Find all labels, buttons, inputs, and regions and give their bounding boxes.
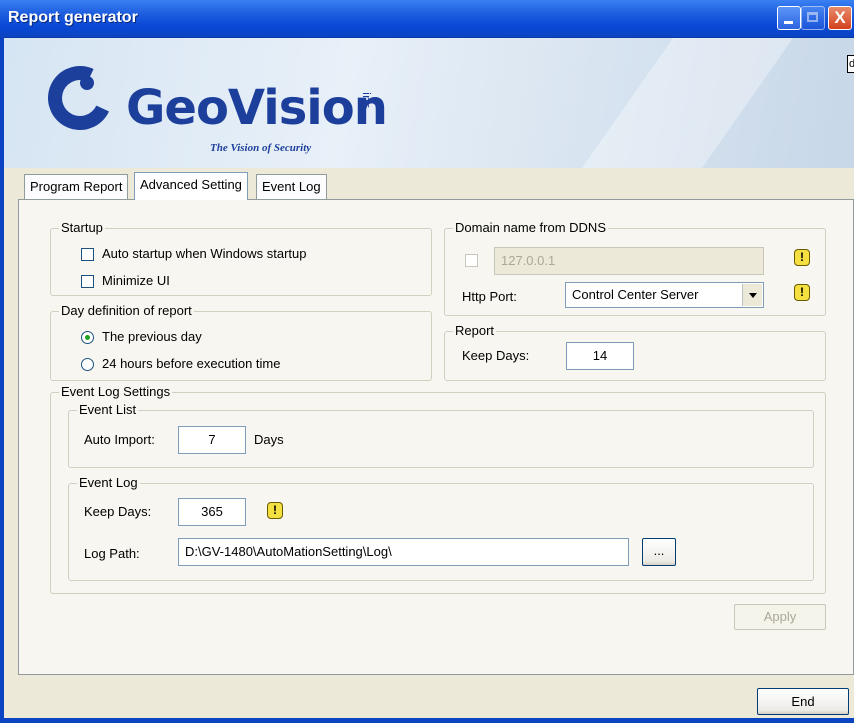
warning-icon: ! (267, 502, 283, 519)
browse-log-path-button[interactable]: ... (642, 538, 676, 566)
event-log-title: Event Log (77, 475, 140, 491)
corner-box[interactable]: d (847, 55, 854, 73)
event-log-keep-days-field[interactable]: 365 (178, 498, 246, 526)
geovision-logo-icon (38, 56, 122, 140)
close-button[interactable]: X (828, 6, 852, 30)
title-bar[interactable]: Report generator X (0, 0, 854, 38)
maximize-button[interactable] (801, 6, 825, 30)
log-path-field[interactable]: D:\GV-1480\AutoMationSetting\Log\ (178, 538, 629, 566)
brand-name: GeoVision (126, 80, 388, 136)
tab-program-report[interactable]: Program Report (24, 174, 129, 200)
tab-event-log[interactable]: Event Log (256, 174, 327, 200)
tab-advanced-setting[interactable]: Advanced Setting (134, 172, 248, 200)
http-port-select[interactable]: Control Center Server (565, 282, 764, 308)
report-generator-window: Report generator X GeoVision inc The Vis… (0, 0, 854, 723)
24-hours-label: 24 hours before execution time (102, 356, 281, 371)
previous-day-label: The previous day (102, 329, 202, 344)
ddns-enable-checkbox[interactable] (465, 254, 478, 267)
startup-group-title: Startup (59, 220, 105, 236)
day-definition-group-title: Day definition of report (59, 303, 194, 319)
report-keep-days-label: Keep Days: (462, 348, 530, 363)
ddns-address-field[interactable]: 127.0.0.1 (494, 247, 764, 275)
http-port-label: Http Port: (462, 289, 517, 304)
log-path-label: Log Path: (84, 546, 140, 561)
warning-icon: ! (794, 249, 810, 266)
previous-day-radio[interactable] (81, 331, 94, 344)
report-group-title: Report (453, 323, 497, 339)
window-title: Report generator (8, 9, 138, 26)
auto-startup-label: Auto startup when Windows startup (102, 246, 307, 261)
auto-import-label: Auto Import: (84, 432, 155, 447)
event-log-keep-days-label: Keep Days: (84, 504, 152, 519)
chevron-down-icon[interactable] (742, 284, 762, 306)
geovision-logo-dot (80, 76, 94, 90)
close-icon: X (834, 8, 846, 27)
http-port-selected-value: Control Center Server (572, 287, 699, 302)
auto-import-unit: Days (254, 432, 284, 447)
auto-import-field[interactable]: 7 (178, 426, 246, 454)
apply-button[interactable]: Apply (734, 604, 826, 630)
event-log-settings-title: Event Log Settings (59, 384, 173, 400)
end-button[interactable]: End (757, 688, 849, 715)
24-hours-radio[interactable] (81, 358, 94, 371)
window-border-bottom (0, 718, 854, 723)
report-keep-days-field[interactable]: 14 (566, 342, 634, 370)
minimize-ui-label: Minimize UI (102, 273, 170, 288)
brand-inc: inc (360, 92, 373, 109)
auto-startup-checkbox[interactable] (81, 248, 94, 261)
minimize-button[interactable] (777, 6, 801, 30)
event-list-title: Event List (77, 402, 139, 418)
brand-tagline: The Vision of Security (210, 142, 312, 154)
warning-icon: ! (794, 284, 810, 301)
geovision-banner: GeoVision inc The Vision of Security (4, 38, 854, 168)
minimize-ui-checkbox[interactable] (81, 275, 94, 288)
ddns-group-title: Domain name from DDNS (453, 220, 608, 236)
